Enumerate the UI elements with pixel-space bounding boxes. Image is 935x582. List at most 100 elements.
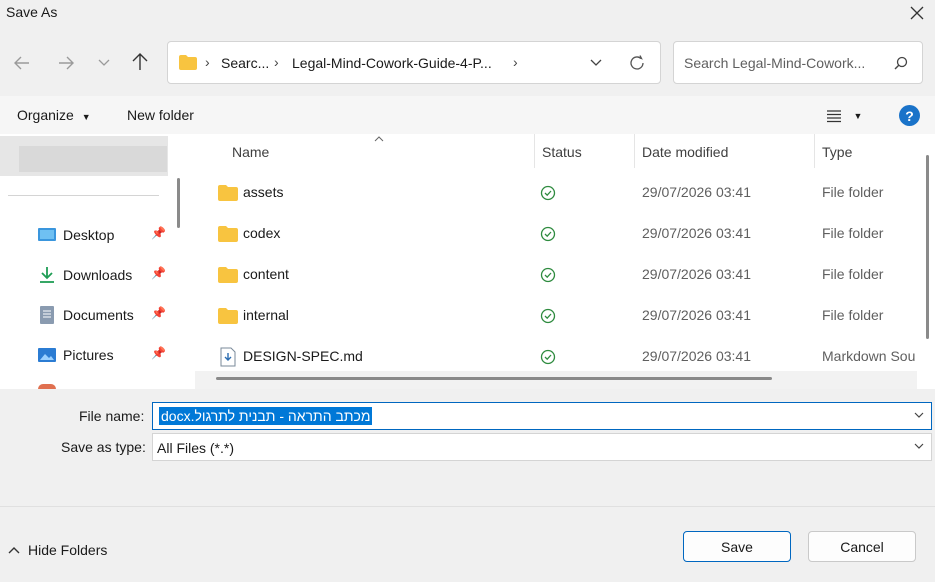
file-date: 29/07/2026 03:41 <box>642 266 751 282</box>
new-folder-button[interactable]: New folder <box>127 107 194 123</box>
view-options-button[interactable]: ▼ <box>820 106 868 126</box>
file-name: content <box>243 266 289 282</box>
column-header-date-modified[interactable]: Date modified <box>642 144 728 160</box>
save-as-type-label: Save as type: <box>61 439 146 455</box>
address-bar[interactable]: › Searc... › Legal-Mind-Cowork-Guide-4-P… <box>167 41 661 84</box>
column-header-type[interactable]: Type <box>822 144 852 160</box>
hide-folders-label: Hide Folders <box>28 542 108 558</box>
recent-locations-button[interactable] <box>89 48 119 78</box>
refresh-icon <box>630 55 644 70</box>
column-divider[interactable] <box>634 134 635 168</box>
forward-button[interactable] <box>51 48 81 78</box>
synced-status-icon <box>540 226 556 242</box>
file-date: 29/07/2026 03:41 <box>642 348 751 364</box>
synced-status-icon <box>540 308 556 324</box>
pin-icon: 📌 <box>151 346 166 360</box>
footer-divider <box>0 506 935 507</box>
file-row-folder[interactable]: codex 29/07/2026 03:41 File folder <box>190 214 917 255</box>
folder-icon <box>218 267 238 283</box>
file-name: codex <box>243 225 281 241</box>
hide-folders-button[interactable]: Hide Folders <box>8 542 107 558</box>
close-icon <box>910 6 923 20</box>
breadcrumb-item[interactable]: Legal-Mind-Cowork-Guide-4-P... <box>292 55 492 71</box>
save-as-type-select[interactable]: All Files (*.*) <box>152 433 932 461</box>
column-header-name[interactable]: Name <box>232 144 269 160</box>
file-row-folder[interactable]: internal 29/07/2026 03:41 File folder <box>190 296 917 337</box>
file-row-folder[interactable]: content 29/07/2026 03:41 File folder <box>190 255 917 296</box>
file-name-label: File name: <box>79 408 145 424</box>
sidebar-item-selected[interactable] <box>0 136 168 176</box>
caret-down-icon: ▼ <box>81 112 91 122</box>
file-name: DESIGN-SPEC.md <box>243 348 363 364</box>
desktop-icon <box>38 228 56 241</box>
breadcrumb-item[interactable]: Searc... <box>221 55 269 71</box>
folder-icon <box>218 185 238 201</box>
file-name-input[interactable]: מכתב התראה - תבנית לתרגול.docx <box>152 402 932 430</box>
file-row-folder[interactable]: assets 29/07/2026 03:41 File folder <box>190 173 917 214</box>
column-divider[interactable] <box>534 134 535 168</box>
folder-icon <box>179 55 197 70</box>
sidebar-item-label: Documents <box>63 307 134 323</box>
file-date: 29/07/2026 03:41 <box>642 225 751 241</box>
download-icon <box>40 267 54 283</box>
sidebar-divider <box>8 195 159 196</box>
sidebar-item-label: Desktop <box>63 227 115 243</box>
pin-icon: 📌 <box>151 266 166 280</box>
file-name: internal <box>243 307 289 323</box>
document-icon <box>40 306 54 324</box>
folder-icon <box>218 308 238 324</box>
refresh-button[interactable] <box>627 53 647 73</box>
arrow-up-icon <box>132 53 148 70</box>
organize-label: Organize <box>17 107 74 123</box>
file-type: File folder <box>822 307 884 323</box>
window-title: Save As <box>6 4 58 20</box>
sidebar-item-desktop[interactable]: Desktop 📌 <box>37 223 177 247</box>
help-button[interactable]: ? <box>899 105 920 126</box>
vertical-scrollbar-thumb[interactable] <box>926 155 929 339</box>
sidebar-item-documents[interactable]: Documents 📌 <box>37 303 177 327</box>
breadcrumb-separator: › <box>205 54 210 70</box>
synced-status-icon <box>540 267 556 283</box>
picture-icon <box>38 348 56 362</box>
chevron-down-icon <box>914 412 924 418</box>
column-header-status[interactable]: Status <box>542 144 582 160</box>
file-type: File folder <box>822 225 884 241</box>
horizontal-scrollbar-thumb[interactable] <box>216 377 772 380</box>
search-input[interactable]: Search Legal-Mind-Cowork... <box>673 41 923 84</box>
search-placeholder: Search Legal-Mind-Cowork... <box>684 55 866 71</box>
file-name-value: מכתב התראה - תבנית לתרגול.docx <box>159 407 373 425</box>
horizontal-scrollbar[interactable] <box>195 371 917 389</box>
organize-button[interactable]: Organize ▼ <box>17 107 91 123</box>
file-type: File folder <box>822 184 884 200</box>
sidebar-item-downloads[interactable]: Downloads 📌 <box>37 263 177 287</box>
address-dropdown-button[interactable] <box>586 54 606 72</box>
cancel-button[interactable]: Cancel <box>808 531 916 562</box>
arrow-right-icon <box>59 56 74 70</box>
file-date: 29/07/2026 03:41 <box>642 184 751 200</box>
save-button[interactable]: Save <box>683 531 791 562</box>
chevron-down-icon <box>98 59 110 66</box>
sidebar-item-pictures[interactable]: Pictures 📌 <box>37 343 177 367</box>
title-bar <box>0 0 935 26</box>
up-button[interactable] <box>125 47 155 77</box>
pin-icon: 📌 <box>151 226 166 240</box>
navigation-pane-scrollbar[interactable] <box>177 178 180 228</box>
synced-status-icon <box>540 349 556 365</box>
file-type: Markdown Sou <box>822 348 916 364</box>
sidebar-item-label: Downloads <box>63 267 133 283</box>
list-view-icon <box>826 110 841 123</box>
search-icon <box>894 56 908 70</box>
chevron-up-icon <box>8 547 20 554</box>
file-date: 29/07/2026 03:41 <box>642 307 751 323</box>
sidebar-item-label: Pictures <box>63 347 114 363</box>
column-divider[interactable] <box>814 134 815 168</box>
arrow-left-icon <box>14 56 29 70</box>
help-icon: ? <box>905 107 914 124</box>
close-button[interactable] <box>898 0 935 26</box>
back-button[interactable] <box>7 48 37 78</box>
caret-down-icon: ▼ <box>853 111 863 121</box>
chevron-down-icon <box>914 443 924 449</box>
sort-ascending-icon <box>374 136 384 142</box>
markdown-file-icon <box>220 347 236 367</box>
file-row-file[interactable]: DESIGN-SPEC.md 29/07/2026 03:41 Markdown… <box>190 337 917 371</box>
